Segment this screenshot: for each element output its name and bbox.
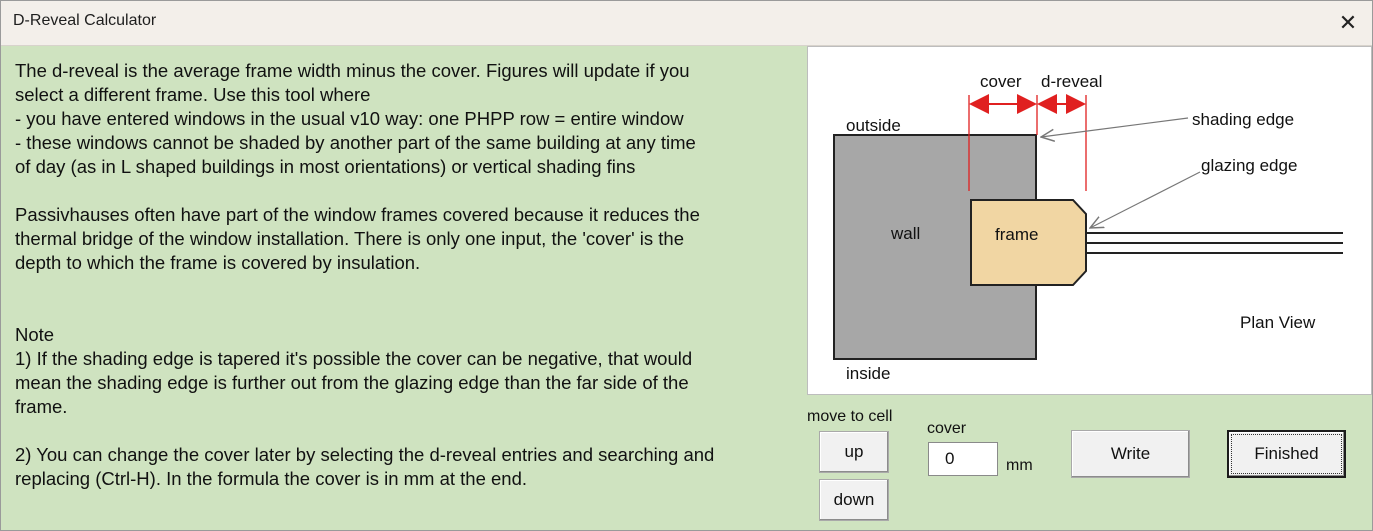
d-reveal-label: d-reveal	[1041, 72, 1102, 91]
cover-field-label: cover	[927, 420, 967, 437]
dialog-window: D-Reveal Calculator ✕ The d-reveal is th…	[0, 0, 1373, 531]
description-paragraph-2: Passivhauses often have part of the wind…	[15, 204, 700, 273]
move-to-cell-label: move to cell	[807, 408, 893, 425]
wall-label: wall	[890, 224, 920, 243]
note-2: 2) You can change the cover later by sel…	[15, 444, 715, 489]
title-bar: D-Reveal Calculator ✕	[1, 1, 1372, 46]
plan-view-diagram: cover d-reveal outside inside wall frame…	[807, 46, 1372, 395]
frame-label: frame	[995, 225, 1038, 244]
up-button[interactable]: up	[819, 431, 889, 473]
unit-label: mm	[1006, 457, 1033, 474]
plan-view-label: Plan View	[1240, 313, 1316, 332]
finished-button[interactable]: Finished	[1227, 430, 1346, 478]
glazing-edge-leader	[1090, 171, 1201, 228]
cover-label: cover	[980, 72, 1022, 91]
shading-edge-label: shading edge	[1192, 110, 1294, 129]
outside-label: outside	[846, 116, 901, 135]
note-heading: Note	[15, 324, 55, 345]
glazing-edge-label: glazing edge	[1201, 156, 1297, 175]
down-button[interactable]: down	[819, 479, 889, 521]
inside-label: inside	[846, 364, 890, 383]
shading-edge-leader	[1041, 117, 1189, 137]
close-button[interactable]: ✕	[1332, 7, 1364, 39]
description-paragraph-1: The d-reveal is the average frame width …	[15, 60, 696, 177]
close-icon: ✕	[1338, 10, 1358, 36]
description-text: The d-reveal is the average frame width …	[15, 59, 805, 491]
window-title: D-Reveal Calculator	[13, 12, 157, 29]
cover-input[interactable]	[928, 442, 998, 476]
write-button[interactable]: Write	[1071, 430, 1190, 478]
note-1: 1) If the shading edge is tapered it's p…	[15, 348, 693, 417]
diagram-svg: cover d-reveal outside inside wall frame…	[833, 72, 1343, 383]
